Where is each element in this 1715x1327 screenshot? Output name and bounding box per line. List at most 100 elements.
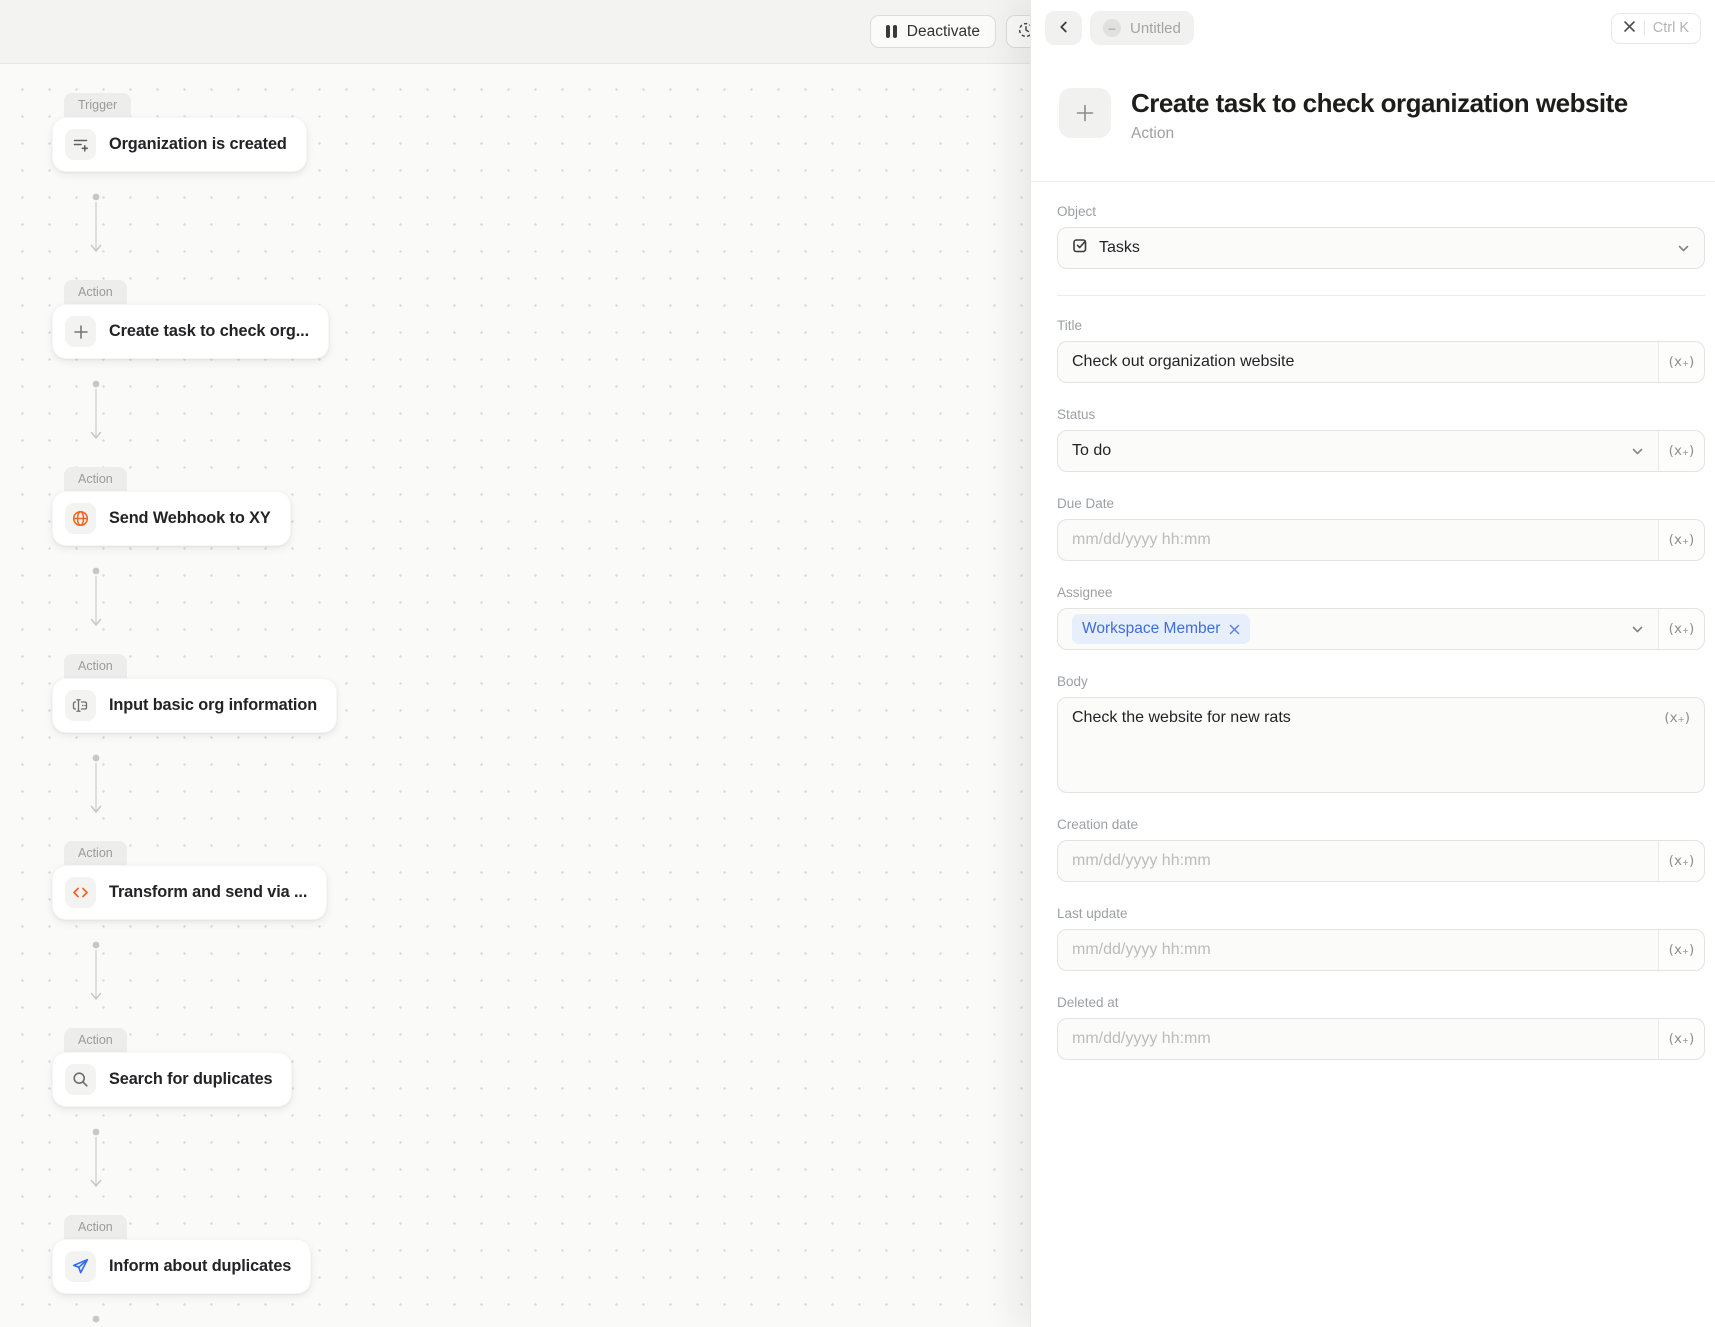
deleted-at-input[interactable]: [1072, 1030, 1645, 1048]
assignee-tag-select[interactable]: Workspace Member (x₊): [1057, 608, 1705, 650]
node-card[interactable]: Send Webhook to XY: [52, 491, 291, 546]
node-label: Organization is created: [109, 135, 287, 154]
run-history-button[interactable]: [1006, 15, 1030, 48]
workflow-node: TriggerOrganization is created: [52, 117, 307, 172]
field-object: Object Tasks: [1057, 204, 1705, 269]
insert-variable-button[interactable]: (x₊): [1658, 431, 1704, 471]
action-config-panel: – Untitled Ctrl K Create: [1030, 0, 1715, 1327]
field-label-assignee: Assignee: [1057, 585, 1705, 600]
insert-variable-button[interactable]: (x₊): [1658, 609, 1704, 649]
field-label-creation-date: Creation date: [1057, 817, 1705, 832]
field-status: Status To do (x₊): [1057, 407, 1705, 472]
node-card[interactable]: Organization is created: [52, 117, 307, 172]
field-label-body: Body: [1057, 674, 1705, 689]
variable-icon: (x₊): [1669, 621, 1695, 637]
field-deleted-at: Deleted at(x₊): [1057, 995, 1705, 1060]
node-label: Input basic org information: [109, 696, 317, 715]
deleted-at-text[interactable]: (x₊): [1057, 1018, 1705, 1060]
last-update-input[interactable]: [1072, 941, 1645, 959]
object-value-area[interactable]: Tasks: [1058, 228, 1704, 268]
object-select[interactable]: Tasks: [1057, 227, 1705, 269]
node-card[interactable]: Create task to check org...: [52, 304, 329, 359]
field-title: Title(x₊): [1057, 318, 1705, 383]
variable-icon: (x₊): [1669, 1031, 1695, 1047]
shortcut-hint: Ctrl K: [1653, 20, 1689, 36]
workflow-node: ActionSend Webhook to XY: [52, 491, 291, 546]
close-icon: [1623, 20, 1636, 36]
node-label: Create task to check org...: [109, 322, 309, 341]
title-value-area[interactable]: [1058, 342, 1658, 382]
node-label: Send Webhook to XY: [109, 509, 271, 528]
field-label-status: Status: [1057, 407, 1705, 422]
last-update-text[interactable]: (x₊): [1057, 929, 1705, 971]
body-textarea[interactable]: Check the website for new rats(x₊): [1057, 697, 1705, 793]
remove-tag-icon[interactable]: [1229, 624, 1240, 635]
input-icon: [65, 690, 96, 721]
title-input[interactable]: [1072, 353, 1645, 371]
insert-variable-button[interactable]: (x₊): [1658, 841, 1704, 881]
workflow-canvas[interactable]: TriggerOrganization is created ActionCrea…: [0, 0, 1030, 1327]
due-date-input[interactable]: [1072, 531, 1645, 549]
status-selected-value: To do: [1072, 442, 1111, 460]
field-creation-date: Creation date (x₊): [1057, 817, 1705, 882]
field-label-object: Object: [1057, 204, 1705, 219]
field-last-update: Last update (x₊): [1057, 906, 1705, 971]
insert-variable-button[interactable]: (x₊): [1658, 520, 1704, 560]
workflow-name: Untitled: [1130, 20, 1181, 37]
connector-arrow: [87, 940, 105, 1015]
insert-variable-button[interactable]: (x₊): [1658, 1019, 1704, 1059]
workflow-node: ActionInform about duplicates: [52, 1239, 311, 1294]
action-hero: Create task to check organization websit…: [1031, 56, 1715, 143]
close-panel-button[interactable]: Ctrl K: [1611, 13, 1701, 44]
connector-arrow: [87, 1314, 105, 1327]
insert-variable-button[interactable]: (x₊): [1658, 930, 1704, 970]
object-selected-value: Tasks: [1099, 239, 1140, 257]
creation-date-text[interactable]: (x₊): [1057, 840, 1705, 882]
hero-text: Create task to check organization websit…: [1131, 88, 1628, 143]
body-textarea[interactable]: Check the website for new rats: [1058, 698, 1664, 792]
field-assignee: Assignee Workspace Member (x₊): [1057, 585, 1705, 650]
send-icon: [65, 1251, 96, 1282]
insert-variable-button[interactable]: (x₊): [1664, 698, 1704, 726]
field-due-date: Due Date (x₊): [1057, 496, 1705, 561]
separator: [1644, 21, 1645, 35]
title-text[interactable]: (x₊): [1057, 341, 1705, 383]
node-label: Inform about duplicates: [109, 1257, 291, 1276]
node-card[interactable]: Transform and send via ...: [52, 865, 327, 920]
node-label: Search for duplicates: [109, 1070, 272, 1089]
deactivate-label: Deactivate: [907, 23, 980, 41]
workflow-name-pill[interactable]: – Untitled: [1090, 11, 1194, 45]
back-button[interactable]: [1045, 11, 1082, 45]
clock-history-icon: [1017, 21, 1030, 42]
node-card[interactable]: Search for duplicates: [52, 1052, 292, 1107]
field-label-due-date: Due Date: [1057, 496, 1705, 511]
last-update-value-area[interactable]: [1058, 930, 1658, 970]
workflow-node: ActionCreate task to check org...: [52, 304, 329, 359]
variable-icon: (x₊): [1669, 853, 1695, 869]
status-value-area[interactable]: To do: [1058, 431, 1658, 471]
status-select[interactable]: To do (x₊): [1057, 430, 1705, 472]
deactivate-button[interactable]: Deactivate: [870, 15, 996, 48]
connector-arrow: [87, 753, 105, 828]
assignee-tag[interactable]: Workspace Member: [1072, 614, 1250, 644]
field-label-last-update: Last update: [1057, 906, 1705, 921]
plus-icon: [1059, 88, 1111, 138]
panel-header: – Untitled Ctrl K: [1031, 0, 1715, 56]
action-title: Create task to check organization websit…: [1131, 88, 1628, 118]
creation-date-input[interactable]: [1072, 852, 1645, 870]
field-body: Body Check the website for new rats(x₊): [1057, 674, 1705, 793]
insert-variable-button[interactable]: (x₊): [1658, 342, 1704, 382]
globe-icon: [65, 503, 96, 534]
node-card[interactable]: Input basic org information: [52, 678, 337, 733]
connector-arrow: [87, 379, 105, 454]
due-date-text[interactable]: (x₊): [1057, 519, 1705, 561]
action-subtitle: Action: [1131, 125, 1628, 143]
due-date-value-area[interactable]: [1058, 520, 1658, 560]
node-card[interactable]: Inform about duplicates: [52, 1239, 311, 1294]
connector-arrow: [87, 566, 105, 641]
chevron-down-icon: [1630, 444, 1645, 459]
assignee-value-area[interactable]: Workspace Member: [1058, 609, 1658, 649]
creation-date-value-area[interactable]: [1058, 841, 1658, 881]
deleted-at-value-area[interactable]: [1058, 1019, 1658, 1059]
connector-arrow: [87, 192, 105, 267]
